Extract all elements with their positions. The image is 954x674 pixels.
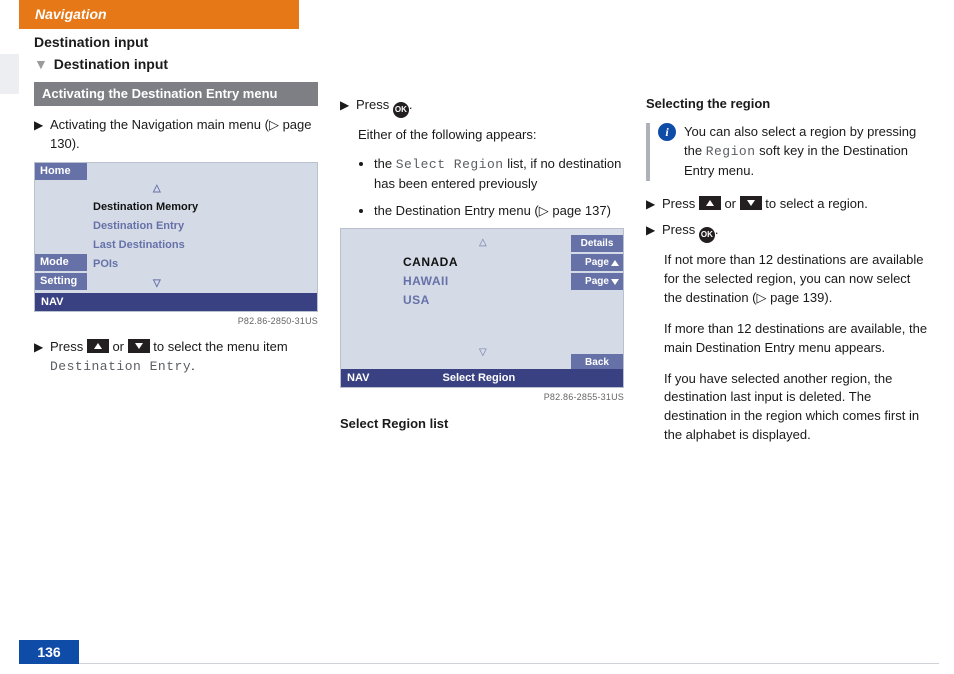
- column-2: ▶ Press OK. Either of the following appe…: [340, 34, 624, 457]
- up-key-icon: [87, 339, 109, 353]
- step-marker-icon: ▶: [646, 221, 662, 243]
- softkey-setting: Setting: [35, 273, 87, 290]
- paragraph: If you have selected another region, the…: [664, 370, 930, 445]
- step-text: Press OK.: [356, 96, 624, 118]
- ui-term: Region: [706, 144, 756, 159]
- bullet-item: the Destination Entry menu (▷ page 137): [374, 202, 624, 221]
- info-text: You can also select a region by pressing…: [684, 123, 930, 181]
- step-marker-icon: ▶: [340, 96, 356, 118]
- manual-page: Navigation Destination input ▼ Destinati…: [0, 0, 954, 674]
- paragraph: If more than 12 destinations are availab…: [664, 320, 930, 358]
- body-text: Either of the following appears:: [358, 126, 624, 145]
- step-marker-icon: ▶: [34, 116, 50, 154]
- step-text: Press or to select a region.: [662, 195, 930, 214]
- ok-button-icon: OK: [393, 102, 409, 118]
- navbar-title: Select Region: [442, 372, 515, 384]
- image-id: P82.86-2855-31US: [340, 392, 624, 402]
- figure-caption: Select Region list: [340, 416, 624, 431]
- scr2-list: CANADA HAWAII USA: [403, 253, 458, 310]
- left-accent: [0, 54, 19, 94]
- nav-screenshot-1: Home Mode Setting △ Destination Memory D…: [34, 162, 318, 312]
- column-3: Selecting the region i You can also sele…: [646, 34, 930, 457]
- pageref-icon: ▷: [269, 117, 279, 132]
- step-marker-icon: ▶: [646, 195, 662, 214]
- list-item: USA: [403, 291, 458, 310]
- footer-rule: [79, 663, 939, 664]
- softkey-page-down: Page: [571, 273, 623, 290]
- section-heading: Destination input: [34, 34, 318, 50]
- menu-item: Destination Memory: [93, 198, 198, 217]
- scr1-sidebar: Home Mode Setting: [35, 163, 87, 292]
- ok-button-icon: OK: [699, 227, 715, 243]
- scr1-menu: △ Destination Memory Destination Entry L…: [93, 179, 198, 293]
- bullet-item: the Select Region list, if no destinatio…: [374, 155, 624, 194]
- nav-screenshot-2: △ CANADA HAWAII USA ▽ Details Page Page …: [340, 228, 624, 388]
- image-id: P82.86-2850-31US: [34, 316, 318, 326]
- menu-item: Last Destinations: [93, 236, 198, 255]
- triangle-down-icon: ▼: [34, 56, 48, 72]
- scroll-up-icon: △: [479, 237, 487, 248]
- pageref-icon: ▷: [539, 203, 549, 218]
- step-text: Activating the Navigation main menu (▷ p…: [50, 116, 318, 154]
- info-icon: i: [658, 123, 676, 141]
- subsection-heading: Selecting the region: [646, 96, 930, 111]
- scroll-down-icon: ▽: [153, 274, 198, 293]
- content-columns: Destination input ▼ Destination input Ac…: [34, 34, 954, 457]
- down-key-icon: [740, 196, 762, 210]
- menu-item: Destination Entry: [93, 217, 198, 236]
- softkey-home: Home: [35, 163, 87, 180]
- softkey-mode: Mode: [35, 254, 87, 271]
- up-key-icon: [699, 196, 721, 210]
- menu-item: POIs: [93, 255, 198, 274]
- scroll-down-icon: ▽: [479, 347, 487, 358]
- step-text: Press OK.: [662, 221, 930, 243]
- subsection-header: Activating the Destination Entry menu: [34, 82, 318, 106]
- scr2-right-softkeys: Details Page Page Back: [571, 235, 623, 373]
- paragraph: If not more than 12 destinations are ava…: [664, 251, 930, 308]
- ui-term: Select Region: [396, 157, 504, 172]
- list-item: CANADA: [403, 253, 458, 272]
- down-key-icon: [128, 339, 150, 353]
- step-text: Press or to select the menu item Destina…: [50, 338, 318, 377]
- pageref-icon: ▷: [757, 290, 767, 305]
- chapter-header: Navigation: [19, 0, 299, 29]
- ui-term: Destination Entry: [50, 359, 191, 374]
- info-note: i You can also select a region by pressi…: [646, 123, 930, 181]
- column-1: Destination input ▼ Destination input Ac…: [34, 34, 318, 457]
- softkey-page-up: Page: [571, 254, 623, 271]
- scroll-up-icon: △: [153, 179, 198, 198]
- softkey-details: Details: [571, 235, 623, 252]
- step-marker-icon: ▶: [34, 338, 50, 377]
- page-title: ▼ Destination input: [34, 56, 318, 72]
- page-title-text: Destination input: [54, 56, 168, 72]
- scr2-navbar: NAV Select Region: [341, 369, 623, 387]
- page-number: 136: [19, 640, 79, 664]
- list-item: HAWAII: [403, 272, 458, 291]
- scr1-navbar: NAV: [35, 293, 317, 311]
